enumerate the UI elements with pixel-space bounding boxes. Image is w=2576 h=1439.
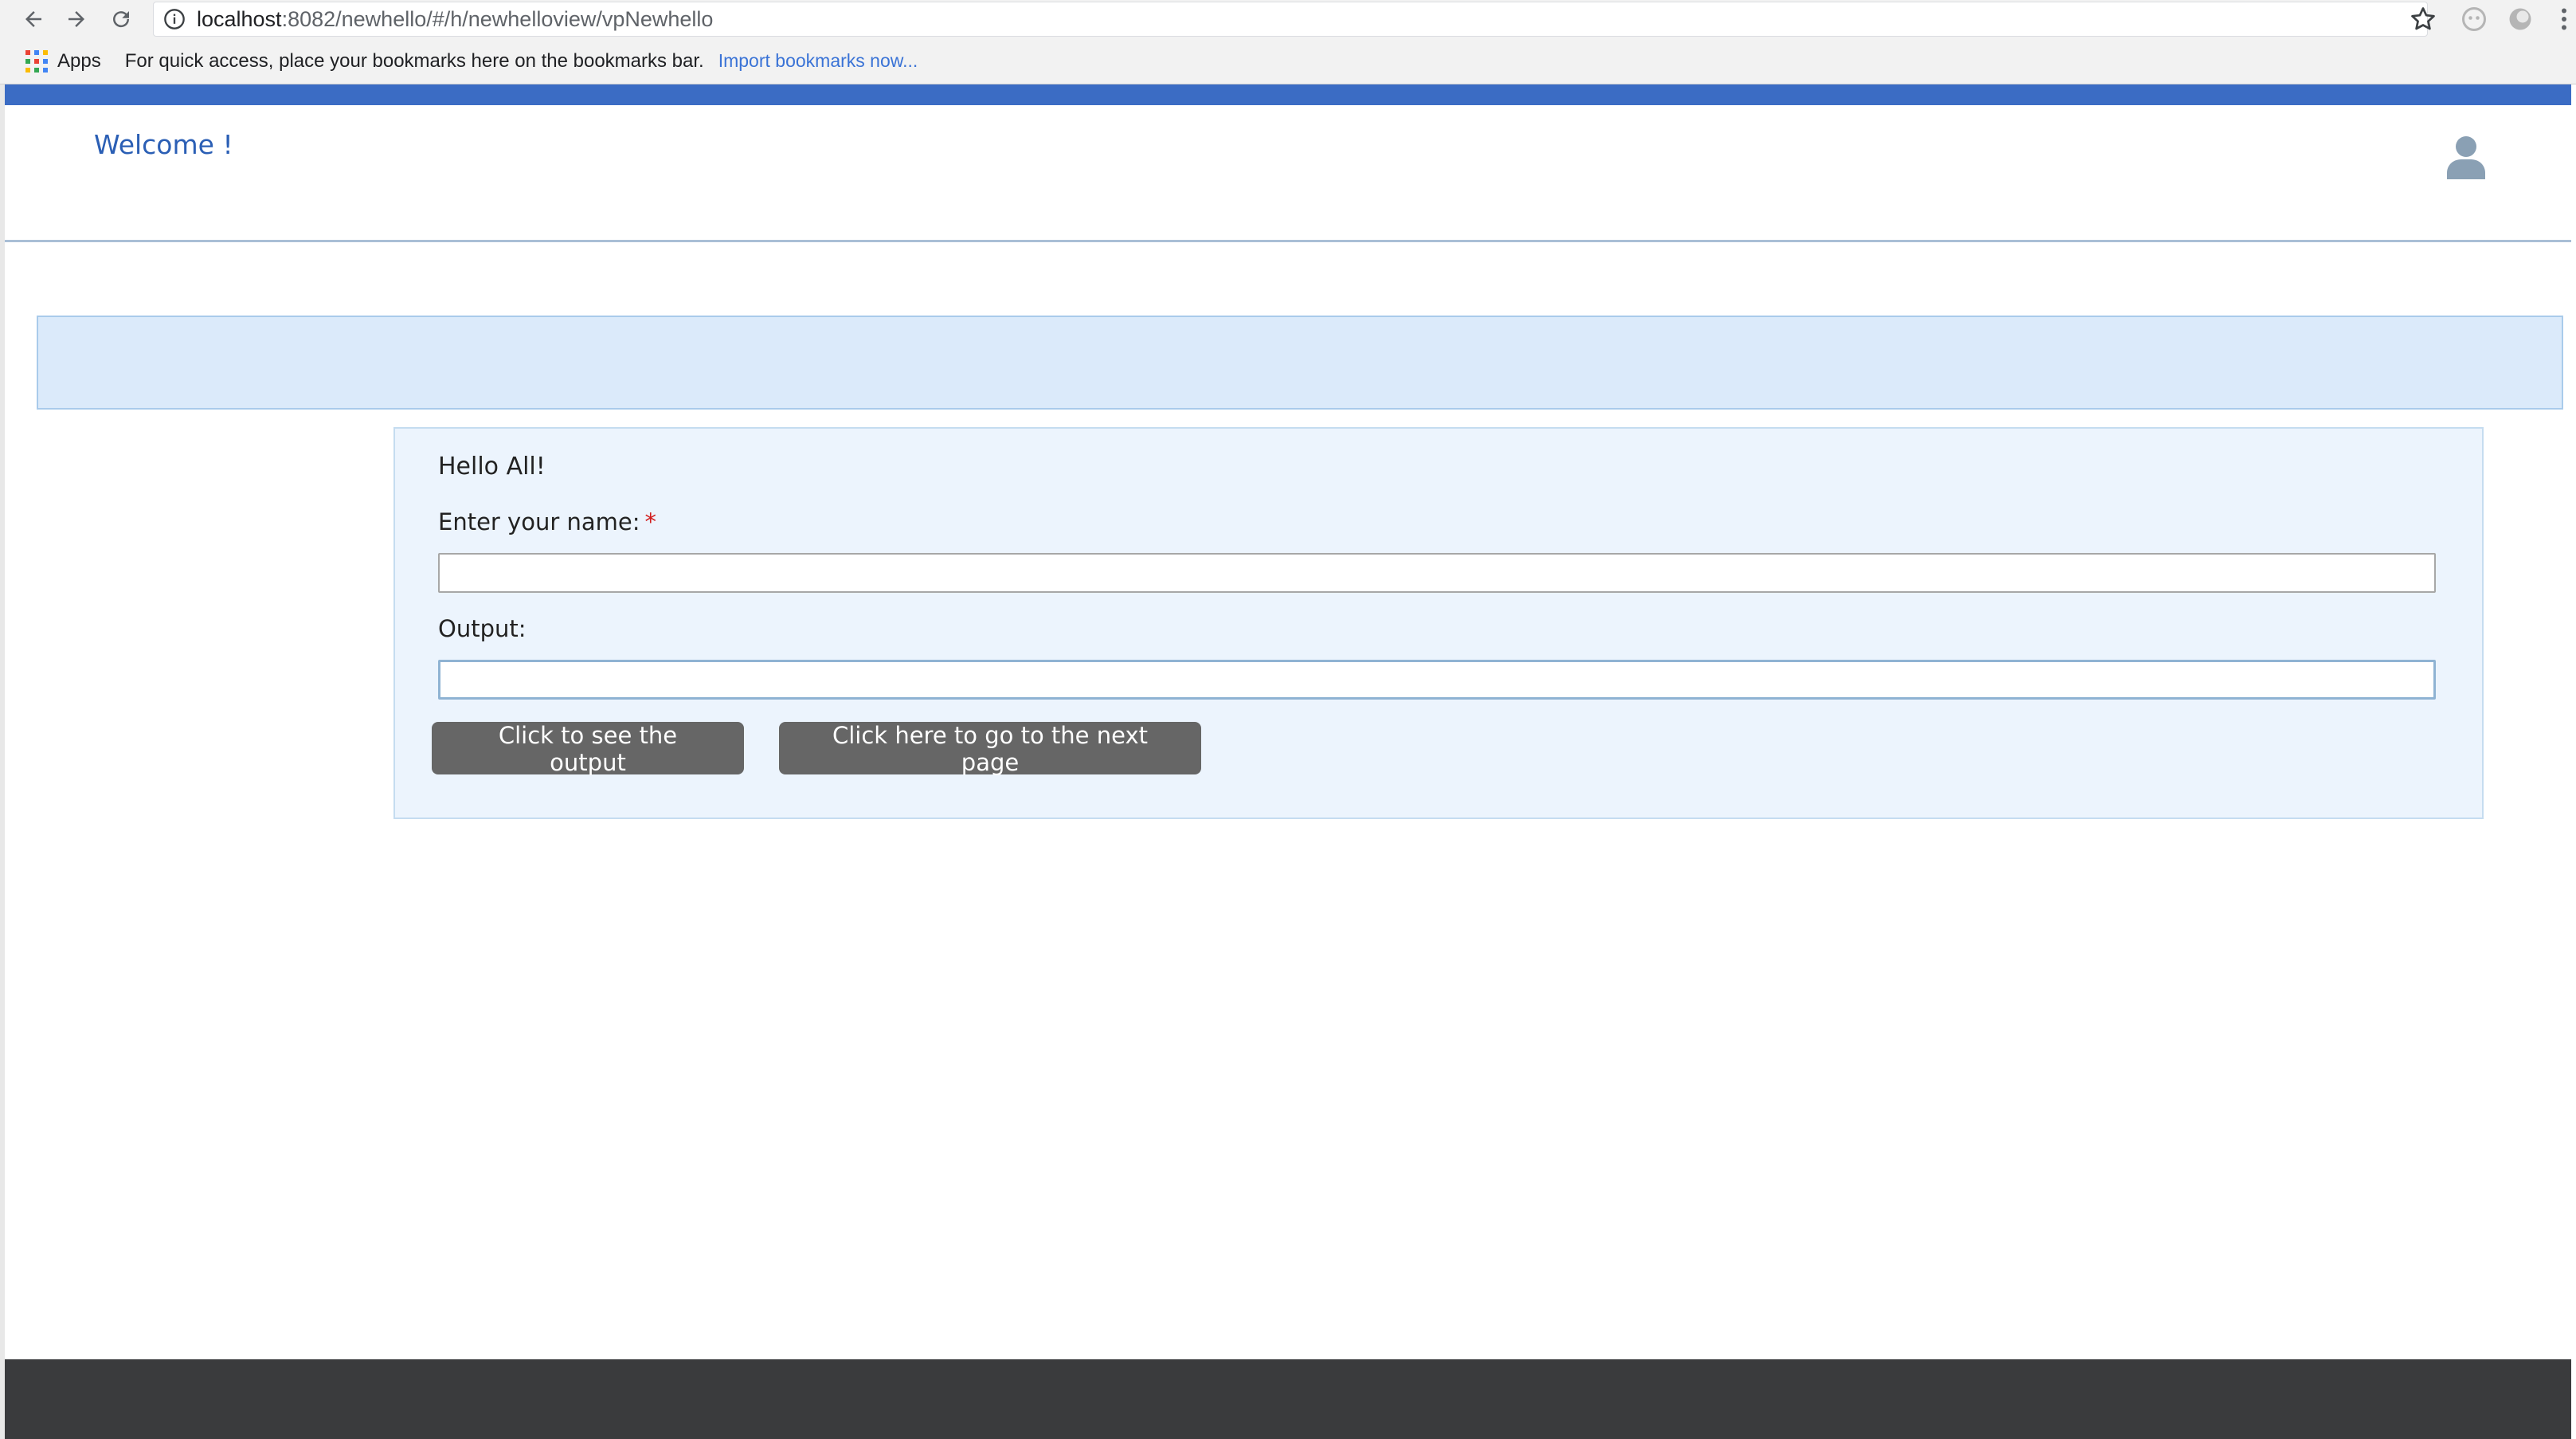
arrow-right-icon — [69, 11, 84, 27]
footer — [5, 1359, 2571, 1439]
name-label-text: Enter your name: — [438, 508, 640, 535]
browser-toolbar: localhost:8082/newhello/#/h/newhelloview… — [0, 0, 2576, 38]
reload-icon — [113, 11, 130, 28]
reload-button[interactable] — [99, 0, 143, 38]
output-input[interactable] — [438, 660, 2436, 700]
arrow-left-icon — [25, 11, 41, 27]
url-host: localhost — [197, 6, 282, 31]
extension-icon[interactable] — [2460, 5, 2488, 33]
back-button[interactable] — [11, 0, 56, 38]
form-panel: Hello All! Enter your name: * Output: Cli… — [393, 427, 2484, 819]
next-page-button[interactable]: Click here to go to the next page — [779, 722, 1201, 776]
address-bar[interactable]: localhost:8082/newhello/#/h/newhelloview… — [153, 2, 2428, 37]
name-label: Enter your name: * — [438, 508, 656, 535]
welcome-text: Welcome ! — [94, 129, 233, 160]
user-icon[interactable] — [2447, 134, 2485, 180]
header: Welcome ! — [5, 105, 2571, 242]
apps-grid-icon[interactable] — [25, 49, 48, 73]
bookmarks-hint: For quick access, place your bookmarks h… — [124, 49, 704, 72]
info-icon[interactable] — [163, 8, 186, 30]
greeting-text: Hello All! — [438, 453, 546, 480]
forward-button[interactable] — [54, 0, 99, 38]
top-accent-bar — [5, 84, 2571, 105]
name-input[interactable] — [438, 553, 2436, 593]
extension-icon[interactable] — [2506, 5, 2535, 33]
star-icon[interactable] — [2409, 5, 2437, 33]
banner — [37, 316, 2563, 410]
output-label: Output: — [438, 615, 527, 642]
see-output-button[interactable]: Click to see the output — [432, 722, 744, 776]
apps-link[interactable]: Apps — [57, 50, 101, 73]
url-path: :8082/newhello/#/h/newhelloview/vpNewhel… — [281, 6, 714, 31]
menu-icon[interactable] — [2555, 5, 2573, 33]
page: Welcome ! Hello All! Enter your name: * O… — [5, 84, 2571, 1439]
required-marker: * — [644, 508, 657, 535]
bookmarks-bar: Apps For quick access, place your bookma… — [0, 38, 2576, 84]
import-bookmarks-link[interactable]: Import bookmarks now... — [718, 50, 918, 72]
